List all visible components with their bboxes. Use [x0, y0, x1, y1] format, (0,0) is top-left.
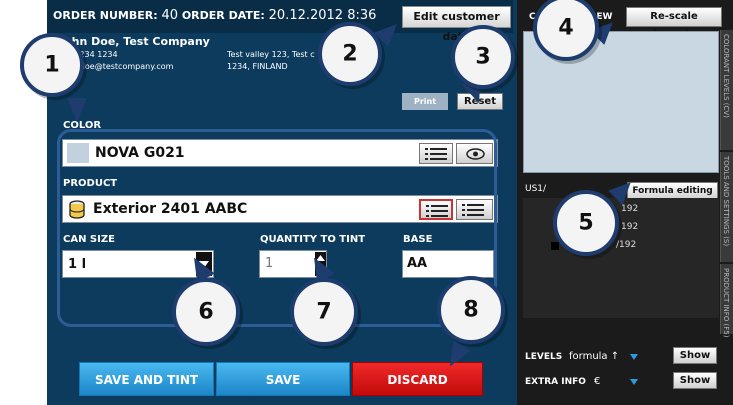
levels-value: formula ↑	[569, 351, 620, 362]
order-details-group	[57, 129, 497, 327]
save-button[interactable]: SAVE	[216, 362, 350, 396]
side-tab-label: COLORANT LEVELS (CV)	[722, 34, 730, 118]
right-panel: COLOR PREVIEW Re-scale formula US1/ Form…	[517, 0, 733, 405]
callout-5: 5	[553, 190, 619, 256]
formula-row-swatch	[551, 242, 559, 250]
extra-info-label: EXTRA INFO	[525, 377, 586, 387]
extra-info-show-button[interactable]: Show	[673, 372, 717, 389]
edit-customer-data-button[interactable]: Edit customer data	[402, 6, 511, 43]
callout-1-pointer	[67, 98, 87, 122]
callout-number: 4	[558, 15, 574, 41]
order-number: 40	[161, 8, 178, 23]
side-tab-tools-settings[interactable]: TOOLS AND SETTINGS (S)	[720, 152, 733, 262]
order-info: ORDER NUMBER: 40 ORDER DATE: 20.12.2012 …	[53, 8, 376, 23]
formula-row: 192	[621, 204, 639, 214]
callout-number: 3	[475, 44, 491, 70]
side-tab-colorant-levels[interactable]: COLORANT LEVELS (CV)	[720, 30, 733, 150]
customer-address-line2: 1234, FINLAND	[227, 62, 288, 71]
callout-8: 8	[437, 276, 505, 344]
callout-7: 7	[290, 278, 358, 346]
callout-3: 3	[451, 25, 515, 89]
print-button[interactable]: Print	[402, 93, 448, 110]
callout-number: 2	[342, 41, 358, 67]
levels-show-button[interactable]: Show	[673, 347, 717, 364]
side-tab-product-info[interactable]: PRODUCT INFO (F5)	[720, 264, 733, 338]
rescale-formula-button[interactable]: Re-scale formula	[626, 7, 722, 40]
tinting-app: ORDER NUMBER: 40 ORDER DATE: 20.12.2012 …	[47, 0, 733, 405]
discard-button[interactable]: DISCARD	[352, 362, 483, 396]
customer-name: John Doe, Test Company	[60, 35, 210, 48]
save-and-tint-button[interactable]: SAVE AND TINT	[79, 362, 214, 396]
formula-row: /192	[616, 240, 637, 250]
levels-label: LEVELS	[525, 352, 563, 362]
callout-number: 6	[198, 299, 214, 325]
callout-6: 6	[172, 278, 240, 346]
callout-1: 1	[20, 33, 84, 97]
callout-number: 7	[316, 299, 332, 325]
extra-info-value: €	[594, 376, 601, 387]
unit-label: US1/	[525, 184, 547, 194]
formula-row: 192	[621, 222, 639, 232]
callout-2: 2	[318, 22, 382, 86]
callout-number: 1	[44, 52, 60, 78]
customer-address-line1: Test valley 123, Test c	[227, 50, 315, 59]
order-number-label: ORDER NUMBER:	[53, 9, 158, 22]
side-tab-label: TOOLS AND SETTINGS (S)	[722, 156, 730, 247]
order-date-label: ORDER DATE:	[181, 9, 265, 22]
extra-info-dropdown-icon[interactable]	[630, 379, 638, 385]
formula-list: 192 192 /192	[523, 198, 719, 318]
side-tab-label: PRODUCT INFO (F5)	[722, 268, 730, 338]
callout-number: 5	[578, 210, 594, 236]
callout-number: 8	[463, 297, 479, 323]
levels-dropdown-icon[interactable]	[630, 354, 638, 360]
order-date: 20.12.2012 8:36	[268, 8, 377, 23]
